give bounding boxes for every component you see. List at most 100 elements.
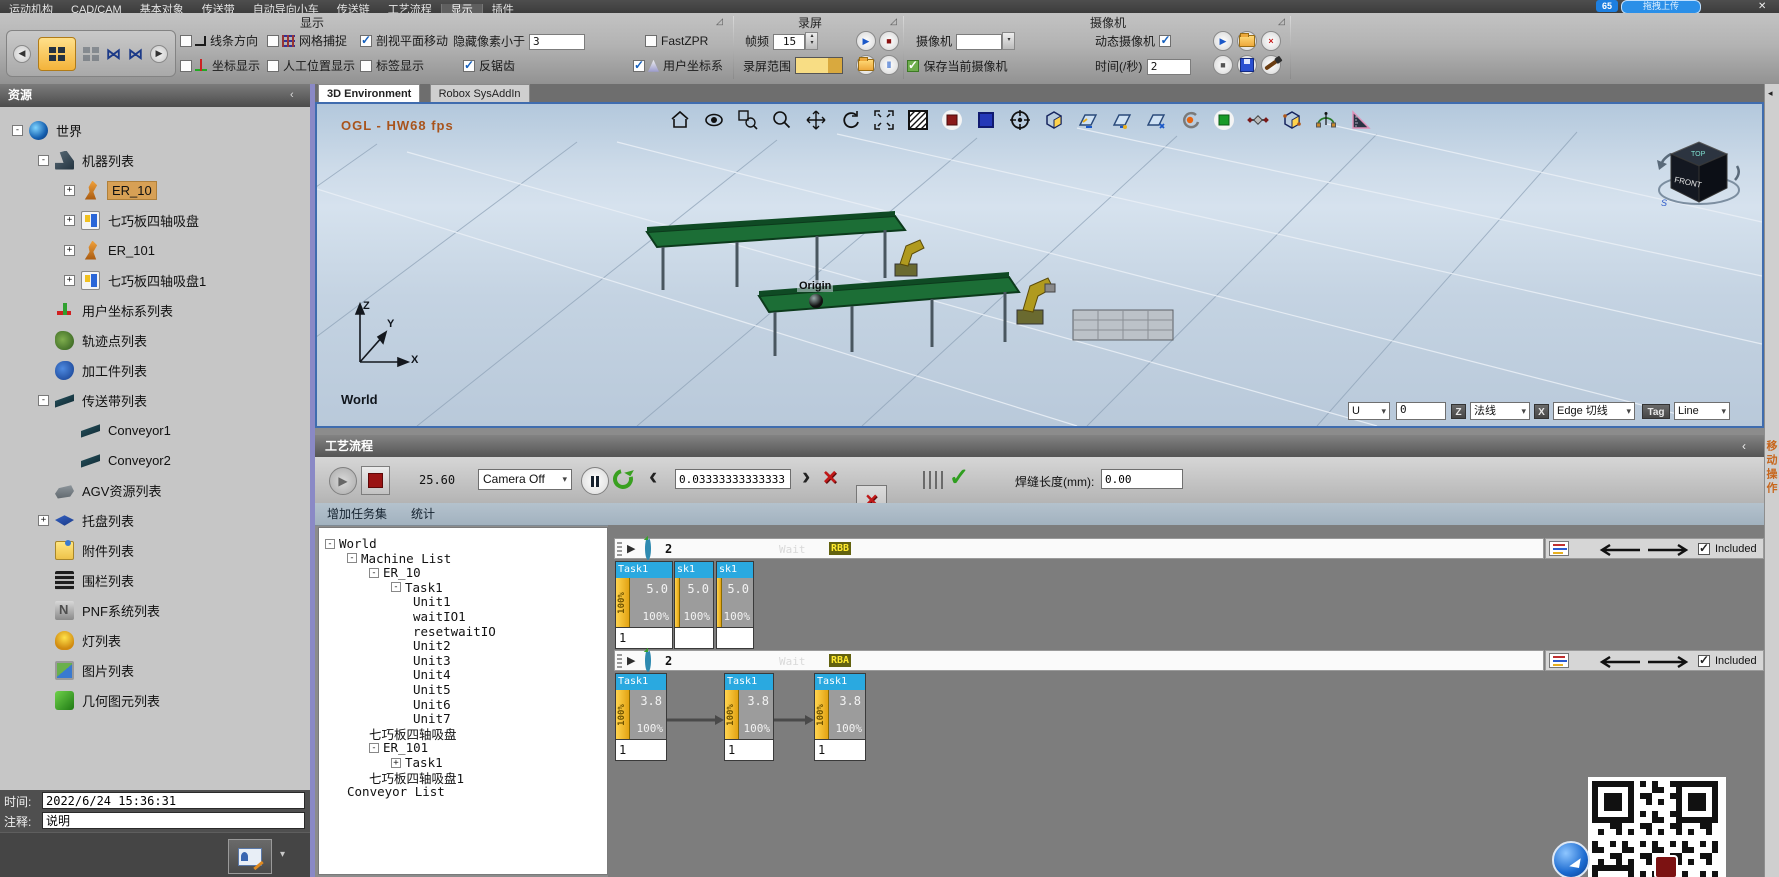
sidebar-item-围栏列表[interactable]: 围栏列表 bbox=[0, 565, 310, 595]
time-field[interactable] bbox=[42, 792, 305, 809]
fps-input[interactable]: 15 bbox=[773, 34, 805, 50]
sidebar-item-Conveyor1[interactable]: Conveyor1 bbox=[0, 415, 310, 445]
process-play-button[interactable]: ▶ bbox=[329, 467, 357, 495]
process-tree-item-Task1[interactable]: -Task1 bbox=[319, 580, 443, 595]
navigation-cube[interactable]: TOP FRONT S bbox=[1647, 120, 1747, 220]
right-collapse-icon[interactable]: ◂ bbox=[1768, 88, 1773, 99]
task-flow-area[interactable]: ▶2WaitRBBIncludedTask1100%5.0100%1sk15.0… bbox=[608, 525, 1764, 877]
hide-pixel-input[interactable]: 3 bbox=[529, 34, 585, 50]
task-block-input[interactable]: 1 bbox=[616, 739, 666, 760]
checkbox-FastZPR[interactable] bbox=[645, 35, 657, 47]
expand-icon[interactable]: + bbox=[38, 515, 49, 526]
checkbox-反锯齿[interactable] bbox=[463, 60, 475, 72]
task-block-input[interactable] bbox=[675, 627, 713, 648]
process-tree-item-Unit4[interactable]: Unit4 bbox=[319, 667, 451, 682]
process-tree-item-ER_10[interactable]: -ER_10 bbox=[319, 565, 421, 580]
expand-icon[interactable]: + bbox=[64, 245, 75, 256]
move-left-icon[interactable] bbox=[1598, 655, 1640, 667]
row-play-icon[interactable]: ▶ bbox=[627, 542, 635, 555]
plane-flip-2-icon[interactable] bbox=[1109, 107, 1135, 133]
process-stop-button[interactable] bbox=[361, 466, 390, 495]
fps-spinner[interactable]: ▴▾ bbox=[805, 32, 818, 50]
sidebar-item-几何图元列表[interactable]: 几何图元列表 bbox=[0, 685, 310, 715]
display-group-launcher-icon[interactable]: ◿ bbox=[716, 16, 723, 27]
sidebar-item-Conveyor2[interactable]: Conveyor2 bbox=[0, 445, 310, 475]
process-tree-item-Unit6[interactable]: Unit6 bbox=[319, 697, 451, 712]
sidebar-item-AGV资源列表[interactable]: AGV资源列表 bbox=[0, 475, 310, 505]
step-back-icon[interactable]: ‹ bbox=[649, 461, 657, 491]
collapse-icon[interactable]: - bbox=[38, 155, 49, 166]
camera-group-launcher-icon[interactable]: ◿ bbox=[1278, 16, 1285, 27]
process-tree-item-Machine List[interactable]: -Machine List bbox=[319, 551, 451, 566]
row-play-icon[interactable]: ▶ bbox=[627, 654, 635, 667]
camera-open-button[interactable] bbox=[1237, 31, 1257, 51]
clip-blue-icon[interactable] bbox=[973, 107, 999, 133]
drag-handle-icon[interactable] bbox=[617, 654, 622, 668]
tab-增加任务集[interactable]: 增加任务集 bbox=[315, 503, 399, 525]
zoom-window-icon[interactable] bbox=[735, 107, 761, 133]
collapse-icon[interactable]: - bbox=[369, 743, 379, 753]
camera-delete-button[interactable]: × bbox=[1261, 31, 1281, 51]
task-block-input[interactable]: 1 bbox=[815, 739, 865, 760]
u-value-input[interactable]: 0 bbox=[1396, 402, 1446, 420]
checkbox-剖视平面移动[interactable] bbox=[360, 35, 372, 47]
record-stop-button[interactable]: ■ bbox=[879, 31, 899, 51]
camera-play-button[interactable]: ▶ bbox=[1213, 31, 1233, 51]
expand-icon[interactable]: + bbox=[64, 275, 75, 286]
section-box-icon[interactable] bbox=[1041, 107, 1067, 133]
edit-note-button[interactable] bbox=[228, 839, 272, 874]
timeline-bars-icon[interactable] bbox=[923, 471, 945, 489]
box-3d-icon[interactable] bbox=[1279, 107, 1305, 133]
checkbox-人工位置显示[interactable] bbox=[267, 60, 279, 72]
right-vertical-tab[interactable]: 移动操作 bbox=[1765, 440, 1779, 496]
3d-viewport[interactable]: Z Y X OGL - HW68 fps Origin World TOP FR… bbox=[315, 102, 1764, 428]
row-sync-icon[interactable] bbox=[645, 652, 651, 670]
task-block[interactable]: Task1100%5.0100%1 bbox=[615, 561, 673, 649]
delete-x-icon-1[interactable]: × bbox=[823, 465, 837, 491]
sidebar-collapse-icon[interactable]: ‹ bbox=[290, 84, 294, 107]
record-open-button[interactable] bbox=[856, 55, 876, 75]
process-collapse-icon[interactable]: ‹ bbox=[1742, 435, 1746, 457]
process-tree-item-七巧板四轴吸盘[interactable]: 七巧板四轴吸盘 bbox=[319, 726, 457, 741]
collapse-icon[interactable]: - bbox=[391, 582, 401, 592]
process-tree-item-Unit1[interactable]: Unit1 bbox=[319, 594, 451, 609]
row-settings-icon[interactable] bbox=[1549, 653, 1569, 668]
camera-select[interactable] bbox=[956, 34, 1002, 50]
sidebar-item-灯列表[interactable]: 灯列表 bbox=[0, 625, 310, 655]
tab-统计[interactable]: 统计 bbox=[399, 503, 447, 525]
sidebar-item-附件列表[interactable]: 附件列表 bbox=[0, 535, 310, 565]
sidebar-item-用户坐标系列表[interactable]: 用户坐标系列表 bbox=[0, 295, 310, 325]
clip-red-icon[interactable] bbox=[939, 107, 965, 133]
camera-time-input[interactable]: 2 bbox=[1147, 59, 1191, 75]
next-view-button[interactable]: ▶ bbox=[150, 45, 168, 63]
normal-select[interactable]: 法线 bbox=[1470, 402, 1530, 420]
sidebar-item-七巧板四轴吸盘[interactable]: +七巧板四轴吸盘 bbox=[0, 205, 310, 235]
close-icon[interactable]: ✕ bbox=[1758, 0, 1766, 13]
fit-icon[interactable] bbox=[871, 107, 897, 133]
camera-save-button[interactable] bbox=[1237, 55, 1257, 75]
view-eye-icon[interactable] bbox=[701, 107, 727, 133]
task-block-input[interactable]: 1 bbox=[725, 739, 773, 760]
hatch-icon[interactable] bbox=[905, 107, 931, 133]
u-select[interactable]: U bbox=[1348, 402, 1390, 420]
sidebar-item-加工件列表[interactable]: 加工件列表 bbox=[0, 355, 310, 385]
process-tree-item-World[interactable]: -World bbox=[319, 536, 377, 551]
ruler-icon[interactable] bbox=[1347, 107, 1373, 133]
sidebar-item-七巧板四轴吸盘1[interactable]: +七巧板四轴吸盘1 bbox=[0, 265, 310, 295]
plane-flip-1-icon[interactable] bbox=[1075, 107, 1101, 133]
included-checkbox[interactable] bbox=[1698, 655, 1710, 667]
checkbox-网格捕捉[interactable] bbox=[267, 35, 279, 47]
process-pause-button[interactable] bbox=[581, 467, 609, 495]
move-right-icon[interactable] bbox=[1648, 655, 1690, 667]
process-loop-button[interactable] bbox=[609, 465, 636, 492]
sidebar-item-机器列表[interactable]: -机器列表 bbox=[0, 145, 310, 175]
task-block-input[interactable] bbox=[717, 627, 753, 648]
view-bowtie-icon-2[interactable]: ⋈ bbox=[128, 45, 143, 63]
move-left-icon[interactable] bbox=[1598, 543, 1640, 555]
sidebar-item-PNF系统列表[interactable]: PNF系统列表 bbox=[0, 595, 310, 625]
checkbox-标签显示[interactable] bbox=[360, 60, 372, 72]
camera-mode-select[interactable]: Camera Off bbox=[478, 469, 572, 490]
record-play-button[interactable]: ▶ bbox=[856, 31, 876, 51]
pan-icon[interactable] bbox=[803, 107, 829, 133]
target-icon[interactable] bbox=[1007, 107, 1033, 133]
